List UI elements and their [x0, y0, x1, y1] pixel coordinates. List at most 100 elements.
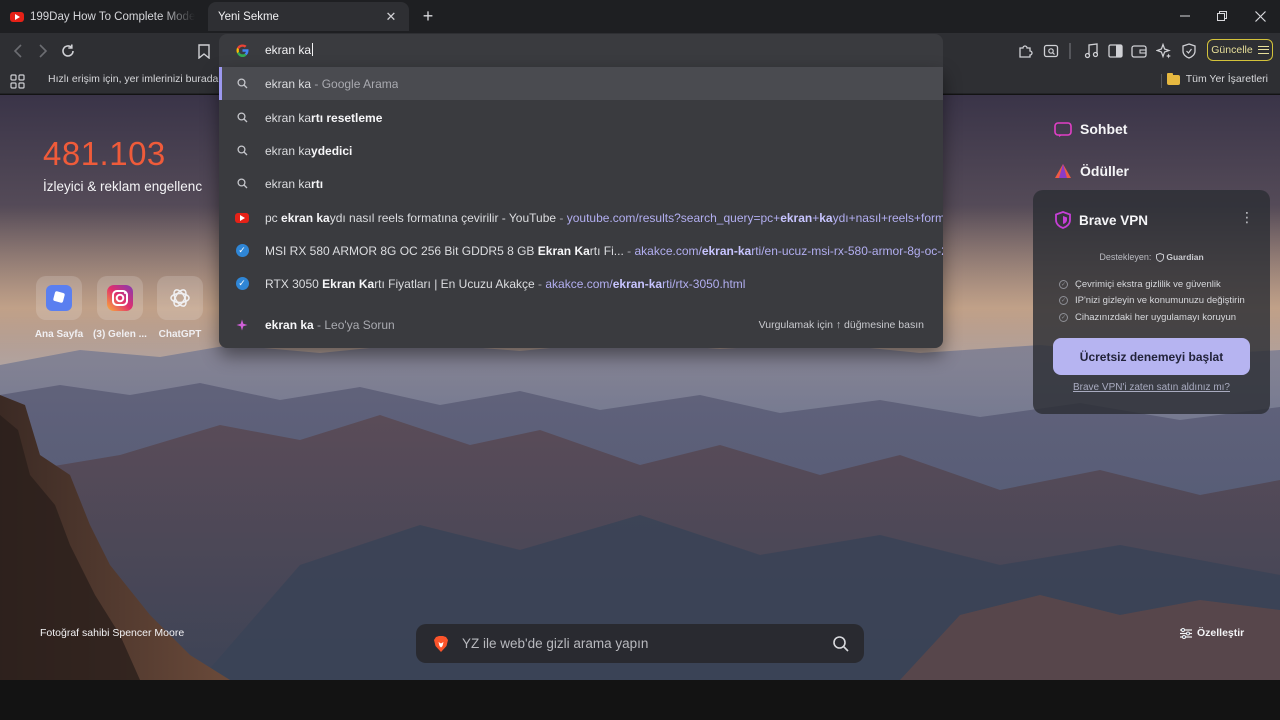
reload-icon[interactable]: [58, 41, 78, 61]
suggestion-text: ekran ka - Leo'ya Sorun: [265, 317, 395, 332]
supported-by-label: Destekleyen:: [1099, 252, 1152, 262]
suggestion-item[interactable]: ekran ka - Leo'ya Sorun Vurgulamak için ↑…: [219, 308, 943, 341]
brave-lion-icon: [434, 635, 448, 652]
update-label: Güncelle: [1211, 44, 1253, 56]
search-icon: [219, 178, 265, 189]
customize-button[interactable]: Özelleştir: [1180, 627, 1244, 639]
bookmark-icon[interactable]: [194, 41, 214, 61]
suggestion-text: ekran kartı resetleme: [265, 110, 383, 125]
chat-widget[interactable]: Sohbet: [1054, 121, 1127, 137]
minimize-icon[interactable]: [1173, 6, 1197, 26]
search-icon: [219, 112, 265, 123]
rewards-icon: [1055, 164, 1071, 178]
page-search-icon[interactable]: [1041, 41, 1061, 61]
new-tab-button[interactable]: +: [418, 6, 438, 26]
bookmarks-divider: [1161, 74, 1162, 88]
check-icon: ✓: [1059, 313, 1068, 322]
vpn-card: Brave VPN ⋮ Destekleyen: Guardian ✓ Çevr…: [1033, 190, 1270, 414]
vpn-feature-text: Çevrimiçi ekstra gizlilik ve güvenlik: [1075, 279, 1221, 290]
toolbar-divider: [1069, 43, 1071, 59]
rewards-widget[interactable]: Ödüller: [1054, 163, 1129, 179]
window-close-icon[interactable]: [1248, 6, 1272, 26]
suggestion-item[interactable]: pc ekran kaydı nasıl reels formatına çev…: [219, 201, 943, 234]
vpn-shield-icon: [1055, 211, 1071, 229]
menu-icon: [1257, 46, 1269, 54]
forward-icon[interactable]: [33, 41, 53, 61]
suggestion-text: ekran kaydedici: [265, 143, 353, 158]
bottom-strip: [0, 680, 1280, 720]
vpn-feature-text: IP'nizi gizleyin ve konumunuzu değiştiri…: [1075, 295, 1245, 306]
private-search-box[interactable]: YZ ile web'de gizli arama yapın: [416, 624, 864, 663]
shield-icon[interactable]: [1179, 41, 1199, 61]
already-purchased-link[interactable]: Brave VPN'i zaten satın aldınız mı?: [1033, 382, 1270, 393]
vpn-feature: ✓ Cihazınızdaki her uygulamayı koruyun: [1059, 312, 1236, 323]
back-icon[interactable]: [8, 41, 28, 61]
vpn-feature: ✓ Çevrimiçi ekstra gizlilik ve güvenlik: [1059, 279, 1221, 290]
suggestion-text: pc ekran kaydı nasıl reels formatına çev…: [265, 210, 943, 225]
top-site-tile[interactable]: ChatGPT: [140, 276, 220, 340]
blocked-label: İzleyici & reklam engellenc: [43, 179, 203, 194]
wallet-icon[interactable]: [1129, 41, 1149, 61]
youtube-icon: [219, 212, 265, 223]
suggestion-text: ekran kartı: [265, 176, 324, 191]
chat-icon: [1054, 121, 1072, 137]
chatgpt-icon: [157, 276, 203, 320]
restore-icon[interactable]: [1210, 6, 1234, 26]
suggestion-item[interactable]: ✓ RTX 3050 Ekran Kartı Fiyatları | En Ucu…: [219, 267, 943, 300]
all-bookmarks-label: Tüm Yer İşaretleri: [1185, 73, 1268, 85]
address-bar[interactable]: ekran ka: [219, 34, 943, 67]
suggestion-item[interactable]: ekran ka - Google Arama: [219, 67, 943, 100]
guardian-label: Guardian: [1166, 252, 1204, 262]
guardian-logo: Guardian: [1156, 252, 1204, 262]
apps-grid-icon[interactable]: [7, 71, 27, 91]
suggestion-hint: Vurgulamak için ↑ düğmesine basın: [758, 318, 924, 331]
home-site-icon: [36, 276, 82, 320]
more-options-icon[interactable]: ⋮: [1240, 210, 1254, 224]
start-free-trial-button[interactable]: Ücretsiz denemeyi başlat: [1053, 338, 1250, 375]
all-bookmarks-button[interactable]: Tüm Yer İşaretleri: [1166, 72, 1268, 85]
tab-youtube[interactable]: 199Day How To Complete Modern E: [0, 2, 205, 31]
tab-new-tab[interactable]: Yeni Sekme ✕: [208, 2, 409, 31]
bookmarks-hint: Hızlı erişim için, yer imlerinizi burada…: [48, 73, 226, 85]
tab-title: Yeni Sekme: [218, 10, 279, 23]
instagram-icon: [97, 276, 143, 320]
suggestion-item[interactable]: ekran kartı resetleme: [219, 101, 943, 134]
omnibox-suggestions: ekran ka - Google Arama ekran kartı reset…: [219, 67, 943, 348]
check-icon: ✓: [1059, 296, 1068, 305]
check-icon: ✓: [1059, 280, 1068, 289]
text-caret: [312, 43, 314, 56]
search-icon[interactable]: [832, 635, 850, 653]
suggestion-item[interactable]: ekran kartı: [219, 167, 943, 200]
suggestion-item[interactable]: ekran kaydedici: [219, 134, 943, 167]
folder-icon: [1166, 72, 1180, 85]
chat-label: Sohbet: [1080, 121, 1128, 137]
guardian-icon: [1156, 252, 1165, 262]
akakce-icon: ✓: [219, 244, 265, 257]
vpn-feature-text: Cihazınızdaki her uygulamayı koruyun: [1075, 312, 1237, 323]
vpn-supported-by: Destekleyen: Guardian: [1033, 252, 1270, 262]
akakce-icon: ✓: [219, 277, 265, 290]
vpn-feature: ✓ IP'nizi gizleyin ve konumunuzu değişti…: [1059, 295, 1245, 306]
youtube-icon: [10, 11, 24, 22]
suggestion-text: ekran ka - Google Arama: [265, 76, 399, 91]
suggestion-item[interactable]: ✓ MSI RX 580 ARMOR 8G OC 256 Bit GDDR5 8 …: [219, 234, 943, 267]
extensions-icon[interactable]: [1015, 41, 1035, 61]
search-icon: [219, 78, 265, 89]
tab-strip: 199Day How To Complete Modern E Yeni Sek…: [0, 0, 1280, 33]
suggestion-text: RTX 3050 Ekran Kartı Fiyatları | En Ucuz…: [265, 276, 746, 291]
photo-credit[interactable]: Fotoğraf sahibi Spencer Moore: [40, 627, 184, 639]
tab-title: 199Day How To Complete Modern E: [30, 10, 195, 23]
vpn-title: Brave VPN: [1055, 211, 1148, 229]
customize-label: Özelleştir: [1197, 627, 1245, 639]
address-input[interactable]: ekran ka: [265, 43, 314, 57]
music-icon[interactable]: [1081, 41, 1101, 61]
blocked-count: 481.103: [43, 135, 166, 172]
update-button[interactable]: Güncelle: [1207, 39, 1273, 61]
close-icon[interactable]: ✕: [383, 9, 399, 25]
search-placeholder: YZ ile web'de gizli arama yapın: [462, 636, 649, 651]
sidebar-icon[interactable]: [1105, 41, 1125, 61]
sliders-icon: [1180, 627, 1192, 639]
leo-icon: [219, 319, 265, 331]
rewards-label: Ödüller: [1080, 163, 1130, 179]
leo-ai-icon[interactable]: [1154, 41, 1174, 61]
